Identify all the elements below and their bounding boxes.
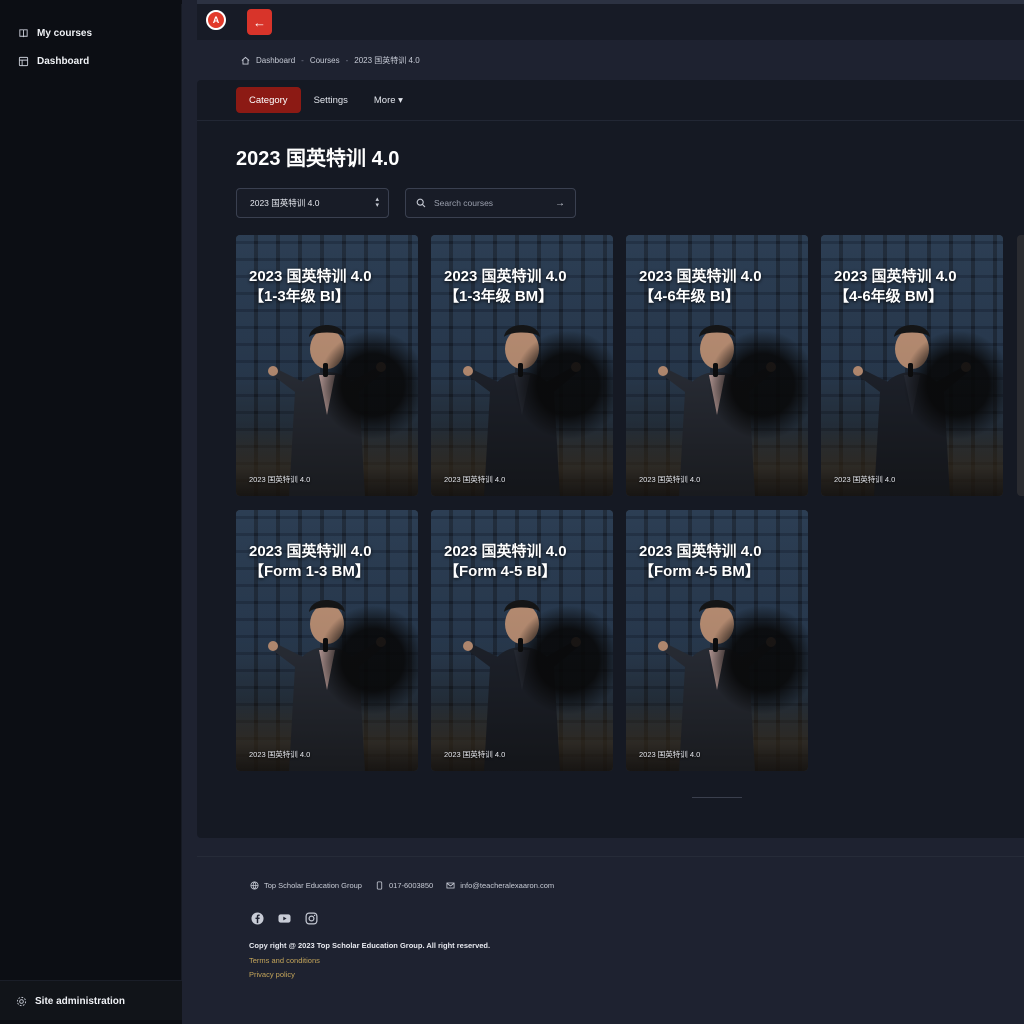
course-title-line: 【1-3年级 BI】 [249,288,350,305]
course-title-line: 【4-6年级 BM】 [834,288,944,305]
course-title-line: 2023 国英特训 4.0 [834,268,957,285]
back-button[interactable]: ← [247,9,272,35]
dashboard-icon [18,56,29,67]
sidebar-nav: My courses Dashboard [0,4,182,982]
mail-icon [446,882,455,889]
course-title[interactable]: 2023 国英特训 4.0 【1-3年级 BI】 [249,267,412,307]
course-title-line: 2023 国英特训 4.0 [639,268,762,285]
sidebar-item-label: My courses [37,28,93,39]
main-content: Category Settings More ▾ 2023 国英特训 4.0 2… [197,80,1024,838]
course-title-line: 【Form 1-3 BM】 [249,563,370,580]
search-courses: → [405,188,576,218]
phone-icon [376,881,383,890]
sidebar-item-label: Site administration [35,996,126,1007]
globe-icon [250,881,259,890]
home-icon [241,56,250,65]
course-category: 2023 国英特训 4.0 [639,750,701,759]
social-links [250,911,318,925]
course-title-line: 2023 国英特训 4.0 [639,543,762,560]
course-category: 2023 国英特训 4.0 [249,750,311,759]
course-card[interactable]: 2023 国英特训 4.0 【1-3年级 BM】 2023 国英特训 4.0 [431,235,613,496]
course-card[interactable]: 2023 国英特训 4.0 【1-3年级 BI】 2023 国英特训 4.0 [236,235,418,496]
youtube-icon[interactable] [277,911,291,925]
site-logo[interactable]: A [206,10,226,30]
instagram-icon[interactable] [304,911,318,925]
page-title: 2023 国英特训 4.0 [236,148,400,170]
course-title[interactable]: 2023 国英特训 4.0 【4-6年级 BM】 [834,267,997,307]
breadcrumb-separator: - [345,56,349,65]
course-category: 2023 国英特训 4.0 [834,475,896,484]
logo-text: A [212,15,220,25]
arrow-left-icon: ← [253,14,266,30]
copyright-text: Copy right @ 2023 Top Scholar Education … [249,941,491,950]
course-card[interactable]: 2023 国英特训 4.0 【Form 4-5 BM】 2023 国英特训 4.0 [626,510,808,771]
gear-icon [16,996,27,1007]
search-icon [416,198,426,208]
secondary-nav: Category Settings More ▾ [236,87,416,113]
sidebar: My courses Dashboard Site administration [0,0,182,1024]
sidebar-footer: Site administration [0,980,182,1020]
course-title-line: 【Form 4-5 BM】 [639,563,760,580]
search-input[interactable] [434,198,547,208]
footer-phone-text[interactable]: 017-6003850 [389,881,433,890]
divider [692,797,742,798]
course-category: 2023 国英特训 4.0 [444,750,506,759]
course-title-line: 2023 国英特训 4.0 [444,543,567,560]
sidebar-item-my-courses[interactable]: My courses [18,28,92,39]
course-card[interactable]: 2023 国英特训 4.0 【4-6年级 BI】 2023 国英特训 4.0 [626,235,808,496]
course-title[interactable]: 2023 国英特训 4.0 【4-6年级 BI】 [639,267,802,307]
footer-org: Top Scholar Education Group [250,881,362,890]
tab-category[interactable]: Category [236,87,301,113]
course-title[interactable]: 2023 国英特训 4.0 【1-3年级 BM】 [444,267,607,307]
breadcrumb-courses[interactable]: Courses [310,56,340,65]
course-title[interactable]: 2023 国英特训 4.0 【Form 4-5 BI】 [444,542,607,582]
course-card[interactable]: 2023 国英特训 4.0 【Form 1-3 BM】 2023 国英特训 4.0 [236,510,418,771]
course-title[interactable]: 2023 国英特训 4.0 【Form 4-5 BM】 [639,542,802,582]
footer-email-text[interactable]: info@teacheralexaaron.com [460,881,554,890]
sidebar-item-dashboard[interactable]: Dashboard [18,56,89,67]
course-title-line: 2023 国英特训 4.0 [249,268,372,285]
divider [197,120,1024,121]
top-bar: A ← [197,0,1024,40]
search-submit-arrow-icon[interactable]: → [555,198,565,209]
footer-contact: Top Scholar Education Group 017-6003850 … [250,881,554,890]
category-select-value: 2023 国英特训 4.0 [250,198,320,208]
footer-divider [197,856,1024,857]
category-select[interactable]: 2023 国英特训 4.0 ▴ ▾ [236,188,389,218]
course-category: 2023 国英特训 4.0 [249,475,311,484]
footer-email: info@teacheralexaaron.com [446,881,554,890]
book-icon [19,29,28,38]
course-card[interactable]: 2023 国英特训 4.0 【Form 4-5 BI】 2023 国英特训 4.0 [431,510,613,771]
course-title-line: 【Form 4-5 BI】 [444,563,557,580]
breadcrumb: Dashboard - Courses - 2023 国英特训 4.0 [241,55,420,66]
terms-link[interactable]: Terms and conditions [249,956,320,965]
course-title-line: 【1-3年级 BM】 [444,288,554,305]
select-arrows-icon: ▴ ▾ [375,196,379,209]
site-administration-link[interactable]: Site administration [16,996,125,1007]
course-title[interactable]: 2023 国英特训 4.0 【Form 1-3 BM】 [249,542,412,582]
course-title-line: 2023 国英特训 4.0 [444,268,567,285]
breadcrumb-dashboard[interactable]: Dashboard [256,56,295,65]
course-category: 2023 国英特训 4.0 [639,475,701,484]
breadcrumb-separator: - [301,56,304,65]
facebook-icon[interactable] [250,911,264,925]
course-title-line: 2023 国英特训 4.0 [249,543,372,560]
course-title-line: 【4-6年级 BI】 [639,288,740,305]
footer-org-text: Top Scholar Education Group [264,881,362,890]
tab-settings[interactable]: Settings [301,87,361,113]
course-card-partial[interactable] [1017,235,1024,496]
course-category: 2023 国英特训 4.0 [444,475,506,484]
tab-more[interactable]: More ▾ [361,87,416,113]
course-card[interactable]: 2023 国英特训 4.0 【4-6年级 BM】 2023 国英特训 4.0 [821,235,1003,496]
sidebar-item-label: Dashboard [37,56,90,67]
breadcrumb-current: 2023 国英特训 4.0 [354,56,420,65]
footer-phone: 017-6003850 [375,881,433,890]
privacy-link[interactable]: Privacy policy [249,970,295,979]
